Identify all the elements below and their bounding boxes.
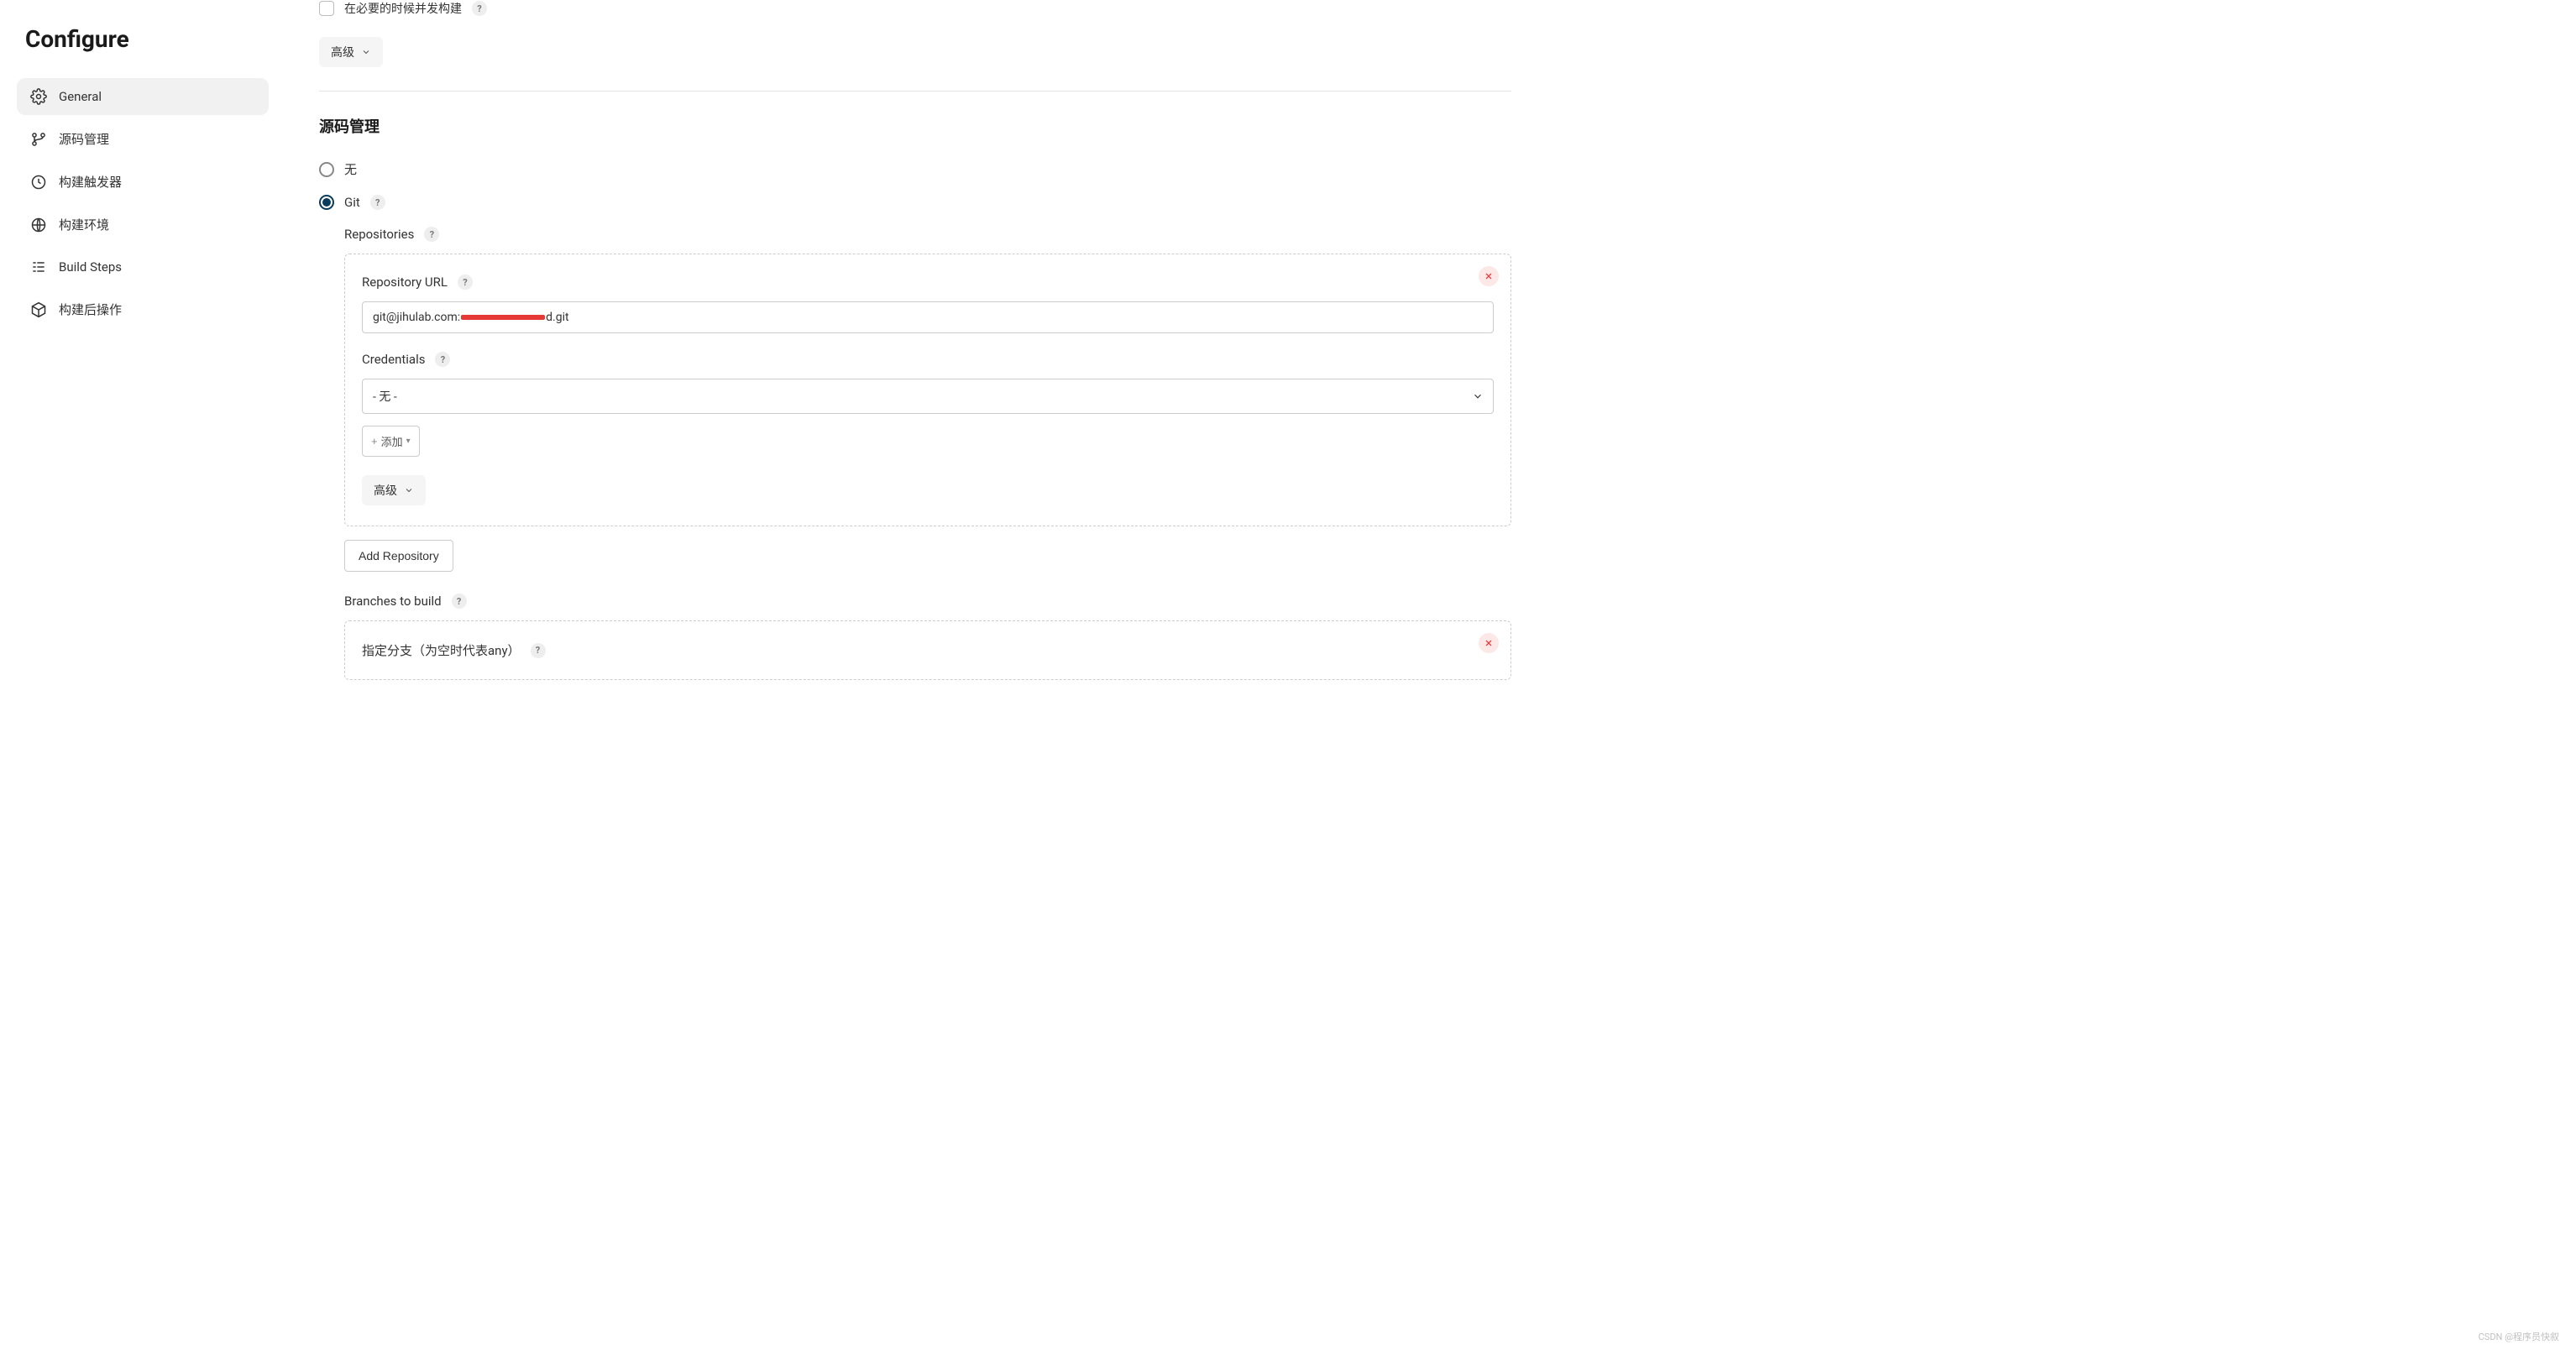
divider xyxy=(319,91,1511,92)
scm-none-radio[interactable] xyxy=(319,162,334,177)
main-content: 在必要的时候并发构建 ? 高级 源码管理 无 Git ? Repositorie… xyxy=(285,0,1545,1355)
branch-box: 指定分支（为空时代表any） ? xyxy=(344,620,1511,680)
concurrent-build-row: 在必要的时候并发构建 ? xyxy=(319,0,1511,17)
git-config: Repositories ? Repository URL ? git@jihu… xyxy=(344,227,1511,680)
nav-item-triggers[interactable]: 构建触发器 xyxy=(17,163,269,201)
page-title: Configure xyxy=(17,25,269,53)
advanced-label: 高级 xyxy=(331,44,354,60)
branches-label: Branches to build xyxy=(344,594,442,609)
delete-repository-button[interactable] xyxy=(1479,266,1499,286)
chevron-down-icon xyxy=(361,47,371,57)
repo-url-input[interactable]: git@jihulab.com: d.git xyxy=(362,301,1494,333)
redacted-segment xyxy=(461,315,545,320)
repositories-label: Repositories xyxy=(344,227,414,242)
watermark: CSDN @程序员快叙 xyxy=(2479,1330,2559,1343)
nav-label: Build Steps xyxy=(59,259,122,275)
add-repository-button[interactable]: Add Repository xyxy=(344,540,453,572)
caret-down-icon: ▾ xyxy=(406,437,411,446)
help-icon[interactable]: ? xyxy=(472,1,487,16)
credentials-select[interactable]: - 无 - xyxy=(362,379,1494,414)
advanced-button[interactable]: 高级 xyxy=(319,37,383,67)
scm-git-label: Git xyxy=(344,195,360,210)
repo-url-group: Repository URL ? git@jihulab.com: d.git xyxy=(362,275,1494,333)
nav-item-environment[interactable]: 构建环境 xyxy=(17,206,269,243)
credentials-group: Credentials ? - 无 - + 添加 ▾ xyxy=(362,352,1494,457)
help-icon[interactable]: ? xyxy=(458,275,473,290)
repositories-label-row: Repositories ? xyxy=(344,227,1511,242)
scm-git-radio[interactable] xyxy=(319,195,334,210)
plus-icon: + xyxy=(371,435,378,447)
concurrent-build-label: 在必要的时候并发构建 xyxy=(344,0,462,17)
scm-git-row: Git ? xyxy=(319,195,1511,210)
help-icon[interactable]: ? xyxy=(424,227,439,242)
credentials-label: Credentials xyxy=(362,352,425,367)
nav-label: 源码管理 xyxy=(59,130,109,148)
steps-icon xyxy=(30,259,47,275)
nav-item-scm[interactable]: 源码管理 xyxy=(17,120,269,158)
close-icon xyxy=(1484,271,1494,281)
nav-label: 构建环境 xyxy=(59,216,109,233)
branches-label-row: Branches to build ? xyxy=(344,594,1511,609)
scm-none-label: 无 xyxy=(344,160,357,178)
scm-none-row: 无 xyxy=(319,160,1511,178)
clock-icon xyxy=(30,174,47,191)
help-icon[interactable]: ? xyxy=(531,643,546,658)
concurrent-build-checkbox[interactable] xyxy=(319,1,334,16)
package-icon xyxy=(30,301,47,318)
sidebar: Configure General 源码管理 构建触发器 构建环境 xyxy=(0,0,285,1355)
nav-item-build-steps[interactable]: Build Steps xyxy=(17,249,269,285)
branch-spec-label: 指定分支（为空时代表any） xyxy=(362,641,521,659)
globe-icon xyxy=(30,217,47,233)
help-icon[interactable]: ? xyxy=(435,352,450,367)
repo-advanced-button[interactable]: 高级 xyxy=(362,475,426,505)
repo-url-label: Repository URL xyxy=(362,275,448,290)
nav-label: General xyxy=(59,89,102,104)
repository-box: Repository URL ? git@jihulab.com: d.git … xyxy=(344,254,1511,526)
nav-item-general[interactable]: General xyxy=(17,78,269,115)
branch-icon xyxy=(30,131,47,148)
nav-label: 构建后操作 xyxy=(59,301,122,318)
gear-icon xyxy=(30,88,47,105)
help-icon[interactable]: ? xyxy=(452,594,467,609)
close-icon xyxy=(1484,638,1494,648)
help-icon[interactable]: ? xyxy=(370,195,385,210)
add-credentials-button[interactable]: + 添加 ▾ xyxy=(362,426,420,457)
scm-section-title: 源码管理 xyxy=(319,115,1511,137)
nav-label: 构建触发器 xyxy=(59,173,122,191)
repo-url-input-wrapper: git@jihulab.com: d.git xyxy=(362,301,1494,333)
chevron-down-icon xyxy=(404,485,414,495)
nav-item-post-build[interactable]: 构建后操作 xyxy=(17,290,269,328)
delete-branch-button[interactable] xyxy=(1479,633,1499,653)
